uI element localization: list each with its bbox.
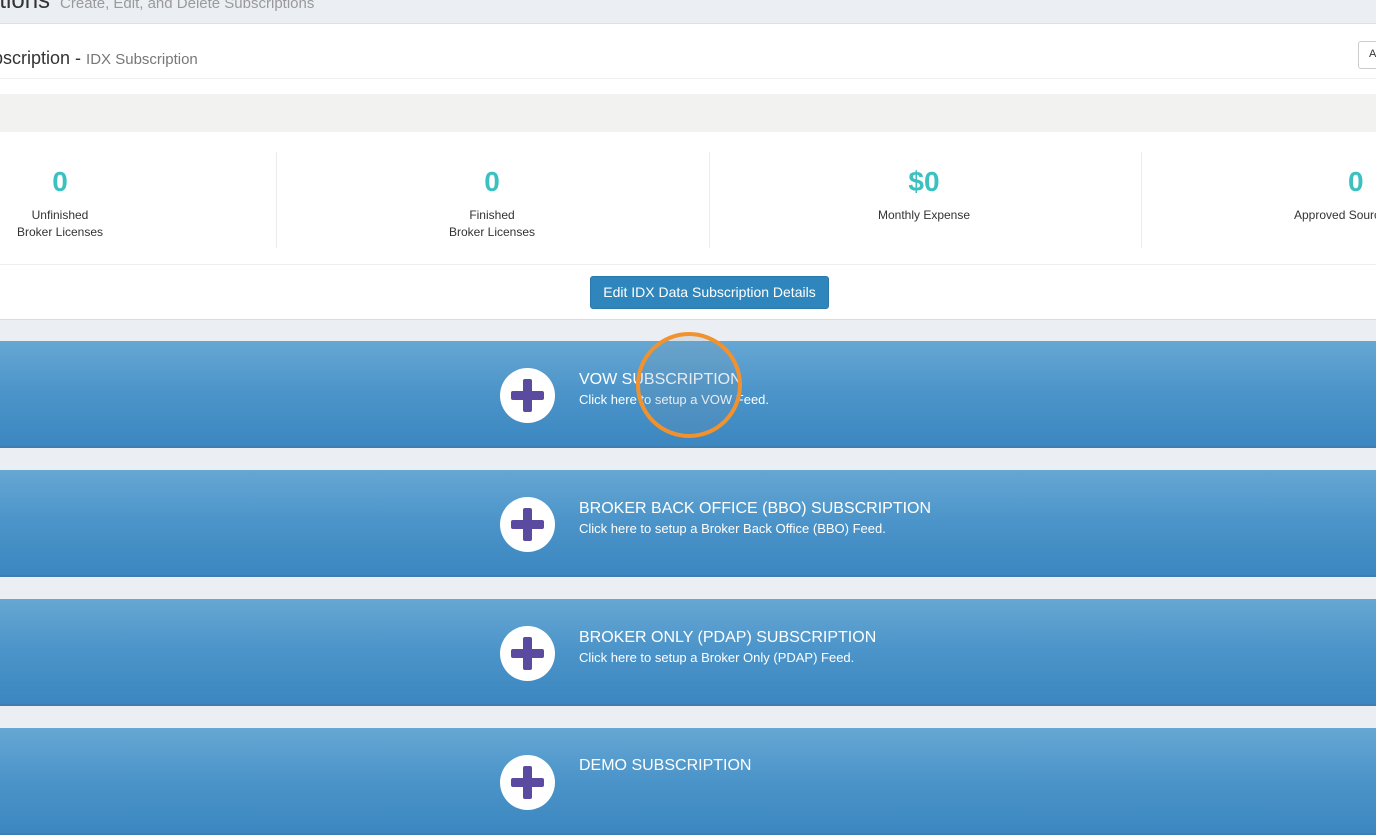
panel-title-text: bscription - bbox=[0, 48, 87, 68]
edit-idx-subscription-button[interactable]: Edit IDX Data Subscription Details bbox=[590, 276, 829, 309]
subscription-panel: bscription - IDX Subscription A 0 Unfini… bbox=[0, 24, 1376, 320]
bbo-subscription-bar[interactable]: BROKER BACK OFFICE (BBO) SUBSCRIPTION Cl… bbox=[0, 470, 1376, 577]
panel-toolbar-strip bbox=[0, 94, 1376, 132]
stat-unfinished-licenses: 0 Unfinished Broker Licenses bbox=[0, 152, 176, 248]
panel-title: bscription - IDX Subscription bbox=[0, 48, 198, 69]
stat-finished-licenses: 0 Finished Broker Licenses bbox=[376, 152, 608, 248]
page-subtitle: Create, Edit, and Delete Subscriptions bbox=[60, 0, 315, 12]
stat-value: 0 bbox=[484, 166, 500, 197]
pdap-subscription-bar[interactable]: BROKER ONLY (PDAP) SUBSCRIPTION Click he… bbox=[0, 599, 1376, 706]
stat-label: Finished Broker Licenses bbox=[376, 207, 608, 241]
stat-value: 0 bbox=[1348, 166, 1364, 197]
subscription-text: VOW SUBSCRIPTION Click here to setup a V… bbox=[579, 370, 769, 410]
vow-subscription-bar[interactable]: VOW SUBSCRIPTION Click here to setup a V… bbox=[0, 341, 1376, 448]
stat-approved-sources: 0 Approved Sourc bbox=[1294, 152, 1376, 248]
subscription-title: DEMO SUBSCRIPTION bbox=[579, 757, 752, 774]
stat-label-line2: Broker Licenses bbox=[448, 225, 536, 239]
subscription-text: BROKER BACK OFFICE (BBO) SUBSCRIPTION Cl… bbox=[579, 499, 931, 539]
stat-label-line1: Approved Sourc bbox=[1294, 208, 1376, 222]
stat-label-line2: Broker Licenses bbox=[16, 225, 104, 239]
subscription-text: DEMO SUBSCRIPTION bbox=[579, 756, 751, 776]
stat-divider bbox=[709, 152, 710, 248]
stat-value: $0 bbox=[908, 166, 940, 197]
stat-label-line1: Unfinished bbox=[31, 208, 89, 222]
demo-subscription-bar[interactable]: DEMO SUBSCRIPTION bbox=[0, 728, 1376, 835]
panel-title-muted: IDX Subscription bbox=[86, 51, 198, 68]
stat-label: Unfinished Broker Licenses bbox=[0, 207, 176, 241]
stat-label-line1: Finished bbox=[469, 208, 515, 222]
plus-icon bbox=[500, 497, 555, 552]
plus-icon bbox=[500, 368, 555, 423]
panel-heading-button[interactable]: A bbox=[1358, 41, 1376, 69]
plus-icon bbox=[500, 755, 555, 810]
subscription-text: BROKER ONLY (PDAP) SUBSCRIPTION Click he… bbox=[579, 628, 876, 668]
page-title: ptions Create, Edit, and Delete Subscript… bbox=[0, 0, 314, 15]
page-header: ptions Create, Edit, and Delete Subscript… bbox=[0, 0, 1376, 24]
plus-icon bbox=[500, 626, 555, 681]
stats-divider bbox=[0, 264, 1376, 265]
stat-label: Approved Sourc bbox=[1294, 207, 1376, 224]
subscription-description: Click here to setup a Broker Only (PDAP)… bbox=[579, 650, 855, 665]
panel-heading: bscription - IDX Subscription A bbox=[0, 24, 1376, 79]
stat-value: 0 bbox=[52, 166, 68, 197]
stat-divider bbox=[1141, 152, 1142, 248]
subscription-title: VOW SUBSCRIPTION bbox=[579, 371, 742, 388]
stat-label-line1: Monthly Expense bbox=[877, 208, 971, 222]
subscription-description: Click here to setup a Broker Back Office… bbox=[579, 521, 886, 536]
subscription-title: BROKER BACK OFFICE (BBO) SUBSCRIPTION bbox=[579, 500, 932, 517]
subscription-description: Click here to setup a VOW Feed. bbox=[579, 392, 770, 407]
subscription-title: BROKER ONLY (PDAP) SUBSCRIPTION bbox=[579, 629, 877, 646]
page-title-text: ptions bbox=[0, 0, 51, 14]
stat-monthly-expense: $0 Monthly Expense bbox=[808, 152, 1040, 248]
stat-label: Monthly Expense bbox=[808, 207, 1040, 224]
stat-divider bbox=[276, 152, 277, 248]
